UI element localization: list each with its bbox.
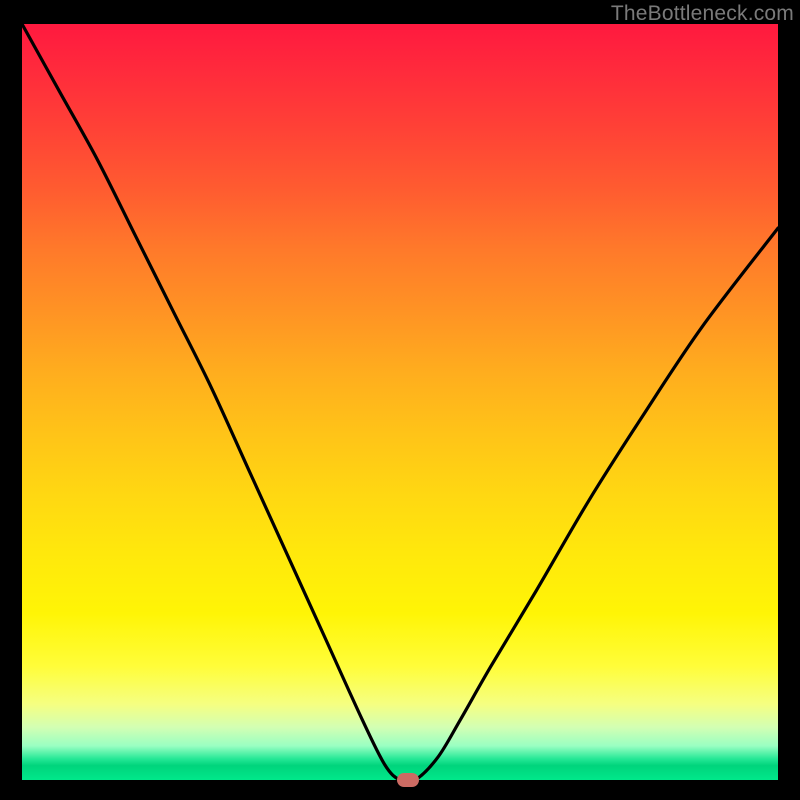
- optimum-marker: [397, 773, 419, 787]
- watermark-text: TheBottleneck.com: [611, 2, 794, 26]
- chart-frame: TheBottleneck.com: [0, 0, 800, 800]
- plot-area: [22, 24, 778, 780]
- bottleneck-curve: [22, 24, 778, 780]
